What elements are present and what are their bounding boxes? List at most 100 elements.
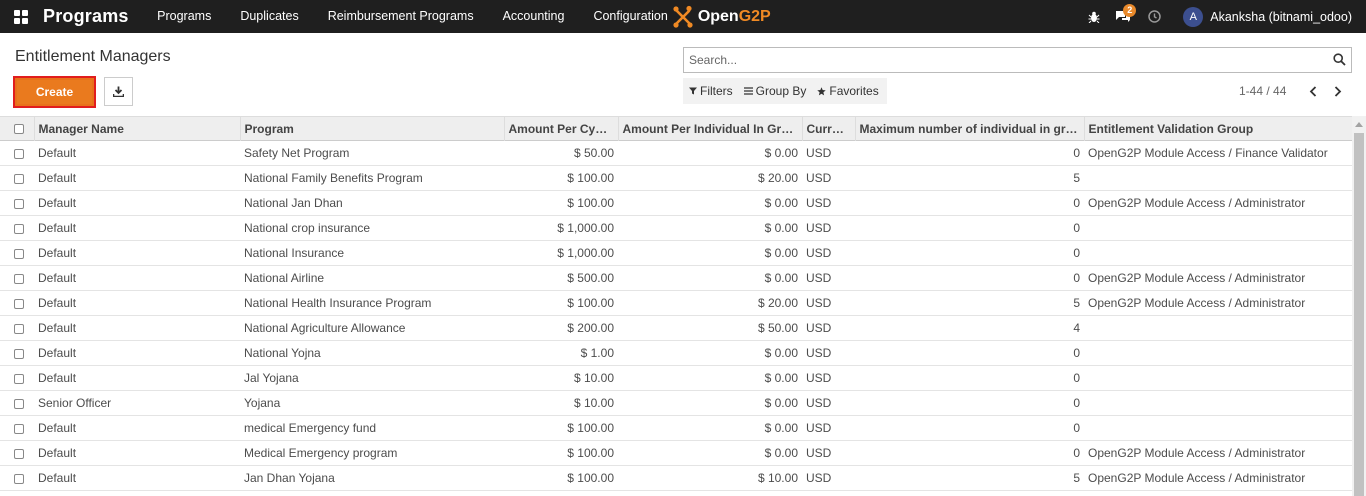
column-header-amount-per-individual[interactable]: Amount Per Individual In Group: [618, 116, 803, 141]
search-input[interactable]: [684, 48, 1314, 72]
group-by-button[interactable]: Group By: [743, 84, 806, 98]
pager-previous-button[interactable]: [1306, 83, 1320, 99]
row-checkbox-cell[interactable]: [0, 466, 34, 491]
row-checkbox-cell[interactable]: [0, 391, 34, 416]
cell-program: Jal Yojana: [244, 371, 299, 385]
row-checkbox-cell[interactable]: [0, 141, 34, 166]
cell-max-individuals: 0: [1073, 446, 1080, 460]
select-all-checkbox[interactable]: [14, 124, 24, 135]
debug-bug-icon[interactable]: [1087, 0, 1101, 33]
cell-amount-per-cycle: $ 1.00: [580, 346, 614, 360]
column-header-amount-per-cycle[interactable]: Amount Per Cycle...: [504, 116, 619, 141]
row-checkbox-cell[interactable]: [0, 316, 34, 341]
row-checkbox-cell[interactable]: [0, 241, 34, 266]
cell-currency: USD: [806, 321, 832, 335]
cell-amount-per-cycle: $ 500.00: [567, 271, 614, 285]
cell-validation-group: [1084, 341, 1352, 366]
row-checkbox[interactable]: [14, 298, 24, 309]
row-checkbox[interactable]: [14, 323, 24, 334]
row-checkbox[interactable]: [14, 448, 24, 459]
row-checkbox-cell[interactable]: [0, 166, 34, 191]
table-row[interactable]: Default National Family Benefits Program $…: [0, 166, 1352, 191]
column-header-manager-name[interactable]: Manager Name: [34, 116, 241, 141]
column-header-program[interactable]: Program: [240, 116, 505, 141]
table-row[interactable]: Default National Agriculture Allowance $ 2…: [0, 316, 1352, 341]
chat-messages-icon[interactable]: 2: [1114, 0, 1137, 33]
row-checkbox[interactable]: [14, 173, 24, 184]
cell-max-individuals: 0: [1073, 371, 1080, 385]
cell-max-individuals: 0: [1073, 396, 1080, 410]
row-checkbox-cell[interactable]: [0, 216, 34, 241]
scrollbar-thumb[interactable]: [1354, 133, 1364, 496]
column-header-validation-group[interactable]: Entitlement Validation Group: [1084, 116, 1352, 141]
cell-currency: USD: [806, 371, 832, 385]
cell-validation-group: [1084, 166, 1352, 191]
cell-manager-name: Default: [38, 296, 77, 310]
table-row[interactable]: Default National Yojna $ 1.00 $ 0.00 USD 0: [0, 341, 1352, 366]
row-checkbox[interactable]: [14, 373, 24, 384]
filters-button[interactable]: Filters: [689, 84, 733, 98]
menu-accounting[interactable]: Accounting: [488, 0, 579, 33]
table-row[interactable]: Default National Health Insurance Program…: [0, 291, 1352, 316]
openg2p-logo-icon: [673, 5, 693, 28]
select-all-checkbox-cell[interactable]: [0, 116, 35, 141]
table-row[interactable]: Default National Jan Dhan $ 100.00 $ 0.00 US…: [0, 191, 1352, 216]
table-row[interactable]: Default National crop insurance $ 1,000.00…: [0, 216, 1352, 241]
row-checkbox[interactable]: [14, 248, 24, 259]
table-row[interactable]: Default Jal Yojana $ 10.00 $ 0.00 USD 0: [0, 366, 1352, 391]
row-checkbox[interactable]: [14, 223, 24, 234]
row-checkbox-cell[interactable]: [0, 441, 34, 466]
column-header-currency[interactable]: Curren...: [802, 116, 856, 141]
table-row[interactable]: Default National Insurance $ 1,000.00 $ 0.0…: [0, 241, 1352, 266]
table-row[interactable]: Senior Officer Yojana $ 10.00 $ 0.00 USD 0: [0, 391, 1352, 416]
apps-menu-icon[interactable]: [14, 9, 28, 24]
cell-amount-per-cycle: $ 10.00: [573, 371, 614, 385]
activity-clock-icon[interactable]: [1147, 0, 1161, 33]
row-checkbox-cell[interactable]: [0, 416, 34, 441]
row-checkbox[interactable]: [14, 473, 24, 484]
table-row[interactable]: Default Jan Dhan Yojana $ 100.00 $ 10.00 USD…: [0, 466, 1352, 491]
star-icon: [817, 86, 827, 95]
export-download-button[interactable]: [104, 77, 133, 106]
row-checkbox[interactable]: [14, 398, 24, 409]
row-checkbox[interactable]: [14, 148, 24, 159]
menu-programs[interactable]: Programs: [143, 0, 226, 33]
vertical-scrollbar[interactable]: [1352, 116, 1366, 496]
menu-reimbursement-programs[interactable]: Reimbursement Programs: [313, 0, 488, 33]
scroll-up-arrow-icon[interactable]: [1355, 122, 1363, 127]
row-checkbox[interactable]: [14, 348, 24, 359]
table-row[interactable]: Default Safety Net Program $ 50.00 $ 0.00 US…: [0, 141, 1352, 166]
entitlement-managers-table: Manager Name Program Amount Per Cycle...…: [0, 116, 1352, 491]
row-checkbox[interactable]: [14, 423, 24, 434]
cell-amount-per-individual: $ 0.00: [764, 221, 798, 235]
create-button[interactable]: Create: [13, 76, 96, 108]
menu-configuration[interactable]: Configuration: [579, 0, 672, 33]
cell-amount-per-individual: $ 10.00: [757, 471, 798, 485]
favorites-button[interactable]: Favorites: [817, 84, 879, 98]
pager-value[interactable]: 1-44 / 44: [1239, 84, 1286, 98]
user-avatar[interactable]: A: [1183, 6, 1204, 27]
app-brand[interactable]: Programs: [43, 6, 129, 27]
column-header-max-individuals[interactable]: Maximum number of individual in group: [855, 116, 1085, 141]
cell-currency: USD: [806, 196, 832, 210]
row-checkbox-cell[interactable]: [0, 341, 34, 366]
row-checkbox[interactable]: [14, 273, 24, 284]
cell-amount-per-individual: $ 0.00: [764, 446, 798, 460]
user-menu[interactable]: Akanksha (bitnami_odoo): [1210, 10, 1352, 24]
cell-program: medical Emergency fund: [244, 421, 377, 435]
cell-validation-group: [1084, 391, 1352, 416]
search-options-bar: Filters Group By Favorites: [683, 78, 887, 104]
row-checkbox-cell[interactable]: [0, 291, 34, 316]
table-row[interactable]: Default Medical Emergency program $ 100.00…: [0, 441, 1352, 466]
table-row[interactable]: Default National Airline $ 500.00 $ 0.00 USD…: [0, 266, 1352, 291]
pager-next-button[interactable]: [1331, 83, 1345, 99]
cell-program: National Family Benefits Program: [244, 171, 423, 185]
cell-program: Jan Dhan Yojana: [244, 471, 335, 485]
search-icon[interactable]: [1333, 53, 1346, 69]
menu-duplicates[interactable]: Duplicates: [226, 0, 313, 33]
row-checkbox-cell[interactable]: [0, 366, 34, 391]
row-checkbox-cell[interactable]: [0, 191, 34, 216]
row-checkbox-cell[interactable]: [0, 266, 34, 291]
table-row[interactable]: Default medical Emergency fund $ 100.00 $ 0…: [0, 416, 1352, 441]
row-checkbox[interactable]: [14, 198, 24, 209]
